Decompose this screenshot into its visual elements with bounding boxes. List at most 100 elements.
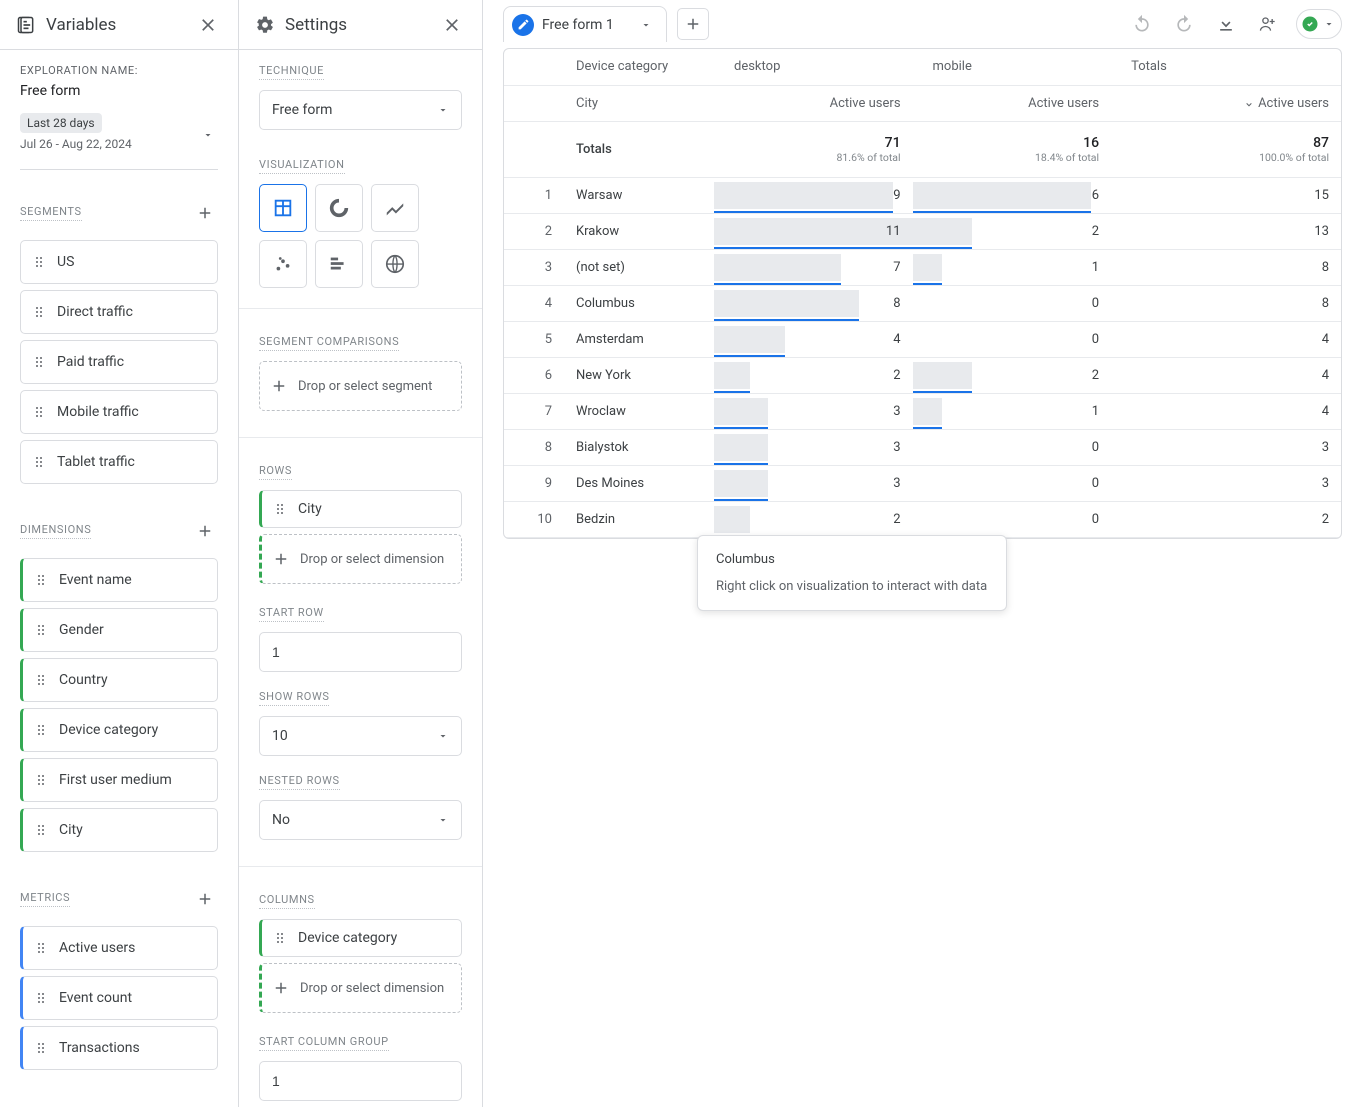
row-city: Bialystok xyxy=(564,429,714,465)
table-row[interactable]: 2 Krakow 11 2 13 xyxy=(504,213,1341,249)
header-active-users-desktop[interactable]: Active users xyxy=(714,85,913,121)
table-row[interactable]: 7 Wroclaw 3 1 4 xyxy=(504,393,1341,429)
tab-bar: Free form 1 xyxy=(483,0,1362,48)
visualization-label: VISUALIZATION xyxy=(259,158,345,174)
chip-label: Event count xyxy=(59,990,132,1006)
total-mobile-sub: 18.4% of total xyxy=(925,151,1100,164)
chip-label: City xyxy=(59,822,83,838)
table-row[interactable]: 5 Amsterdam 4 0 4 xyxy=(504,321,1341,357)
row-index: 1 xyxy=(504,177,564,213)
row-total: 2 xyxy=(1111,501,1341,537)
drag-icon xyxy=(33,772,49,788)
table-row[interactable]: 9 Des Moines 3 0 3 xyxy=(504,465,1341,501)
tab-free-form-1[interactable]: Free form 1 xyxy=(503,6,667,42)
chip-gender[interactable]: Gender xyxy=(20,608,218,652)
rows-dropzone[interactable]: Drop or select dimension xyxy=(259,534,462,584)
row-mobile: 2 xyxy=(913,357,1112,393)
row-index: 3 xyxy=(504,249,564,285)
table-row[interactable]: 1 Warsaw 9 6 15 xyxy=(504,177,1341,213)
table-row[interactable]: 6 New York 2 2 4 xyxy=(504,357,1341,393)
add-segment-button[interactable] xyxy=(192,200,218,226)
rows-label: ROWS xyxy=(259,464,292,480)
technique-value: Free form xyxy=(272,102,332,118)
header-city[interactable]: City xyxy=(564,85,714,121)
share-button[interactable] xyxy=(1254,10,1282,38)
start-column-input[interactable] xyxy=(259,1061,462,1101)
chip-label: Device category xyxy=(59,722,158,738)
header-totals[interactable]: Totals xyxy=(1111,49,1341,85)
close-variables-button[interactable] xyxy=(194,11,222,39)
viz-donut-button[interactable] xyxy=(315,184,363,232)
row-mobile: 2 xyxy=(913,213,1112,249)
drag-icon xyxy=(272,930,288,946)
table-row[interactable]: 4 Columbus 8 0 8 xyxy=(504,285,1341,321)
show-rows-select[interactable]: 10 xyxy=(259,716,462,756)
chevron-down-icon xyxy=(1323,18,1335,30)
close-settings-button[interactable] xyxy=(438,11,466,39)
date-range-text: Jul 26 - Aug 22, 2024 xyxy=(20,137,218,151)
drag-icon xyxy=(31,454,47,470)
chip-active-users[interactable]: Active users xyxy=(20,926,218,970)
row-desktop: 8 xyxy=(714,285,913,321)
segment-dropzone[interactable]: Drop or select segment xyxy=(259,361,462,411)
undo-button[interactable] xyxy=(1128,10,1156,38)
columns-dropzone[interactable]: Drop or select dimension xyxy=(259,963,462,1013)
row-mobile: 0 xyxy=(913,501,1112,537)
viz-line-button[interactable] xyxy=(371,184,419,232)
chip-us[interactable]: US xyxy=(20,240,218,284)
chip-mobile-traffic[interactable]: Mobile traffic xyxy=(20,390,218,434)
add-tab-button[interactable] xyxy=(677,8,709,40)
row-mobile: 0 xyxy=(913,465,1112,501)
redo-button[interactable] xyxy=(1170,10,1198,38)
chip-label: Event name xyxy=(59,572,132,588)
viz-scatter-button[interactable] xyxy=(259,240,307,288)
chip-device-category[interactable]: Device category xyxy=(20,708,218,752)
tooltip-title: Columbus xyxy=(716,552,988,567)
download-button[interactable] xyxy=(1212,10,1240,38)
nested-rows-select[interactable]: No xyxy=(259,800,462,840)
chip-country[interactable]: Country xyxy=(20,658,218,702)
drag-icon xyxy=(31,304,47,320)
chip-first-user-medium[interactable]: First user medium xyxy=(20,758,218,802)
chip-paid-traffic[interactable]: Paid traffic xyxy=(20,340,218,384)
total-all: 87 xyxy=(1123,135,1329,151)
chip-event-name[interactable]: Event name xyxy=(20,558,218,602)
table-row[interactable]: 8 Bialystok 3 0 3 xyxy=(504,429,1341,465)
viz-bar-button[interactable] xyxy=(315,240,363,288)
columns-chip-device-category[interactable]: Device category xyxy=(259,919,462,957)
chip-tablet-traffic[interactable]: Tablet traffic xyxy=(20,440,218,484)
add-metric-button[interactable] xyxy=(192,886,218,912)
chip-transactions[interactable]: Transactions xyxy=(20,1026,218,1070)
header-active-users-total[interactable]: Active users xyxy=(1111,85,1341,121)
table-row[interactable]: 3 (not set) 7 1 8 xyxy=(504,249,1341,285)
header-active-users-mobile[interactable]: Active users xyxy=(913,85,1112,121)
rows-chip-city[interactable]: City xyxy=(259,490,462,528)
chip-direct-traffic[interactable]: Direct traffic xyxy=(20,290,218,334)
add-dimension-button[interactable] xyxy=(192,518,218,544)
row-desktop: 9 xyxy=(714,177,913,213)
status-indicator[interactable] xyxy=(1296,9,1342,39)
start-row-label: START ROW xyxy=(259,606,324,622)
row-total: 3 xyxy=(1111,429,1341,465)
exploration-name-value: Free form xyxy=(20,83,218,99)
chevron-down-icon xyxy=(437,104,449,116)
table-row[interactable]: 10 Bedzin 2 0 2 xyxy=(504,501,1341,537)
add-icon xyxy=(272,979,290,997)
header-mobile[interactable]: mobile xyxy=(913,49,1112,85)
chip-event-count[interactable]: Event count xyxy=(20,976,218,1020)
start-row-input[interactable] xyxy=(259,632,462,672)
chip-city[interactable]: City xyxy=(20,808,218,852)
chevron-down-icon xyxy=(437,814,449,826)
viz-geo-button[interactable] xyxy=(371,240,419,288)
variables-title: Variables xyxy=(46,15,184,35)
header-desktop[interactable]: desktop xyxy=(714,49,913,85)
exploration-name-block[interactable]: EXPLORATION NAME: Free form xyxy=(0,50,238,109)
row-city: Des Moines xyxy=(564,465,714,501)
chip-label: Transactions xyxy=(59,1040,140,1056)
viz-table-button[interactable] xyxy=(259,184,307,232)
date-range-selector[interactable]: Last 28 days Jul 26 - Aug 22, 2024 xyxy=(20,113,218,170)
drag-icon xyxy=(33,822,49,838)
nested-rows-value: No xyxy=(272,812,290,828)
technique-select[interactable]: Free form xyxy=(259,90,462,130)
row-total: 13 xyxy=(1111,213,1341,249)
